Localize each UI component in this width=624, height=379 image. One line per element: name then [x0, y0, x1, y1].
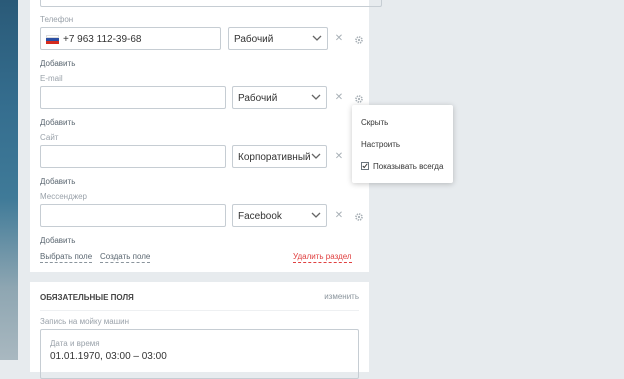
site-add-link[interactable]: Добавить — [40, 177, 75, 186]
field-settings-popup: Скрыть Настроить Показывать всегда — [352, 105, 453, 183]
phone-input[interactable]: +7 963 112-39-68 — [40, 27, 221, 50]
email-add-link[interactable]: Добавить — [40, 118, 75, 127]
contact-fields-card: Телефон +7 963 112-39-68 Рабочий ✕ Добав… — [30, 0, 382, 272]
messenger-type-select[interactable]: Facebook — [232, 204, 327, 227]
gear-icon[interactable] — [354, 94, 364, 104]
chevron-down-icon — [311, 94, 321, 100]
close-icon[interactable]: ✕ — [334, 151, 344, 162]
section-title: ОБЯЗАТЕЛЬНЫЕ ПОЛЯ — [40, 293, 134, 302]
divider — [40, 310, 359, 311]
create-field-link[interactable]: Создать поле — [100, 252, 151, 263]
email-label: E-mail — [40, 74, 63, 83]
close-icon[interactable]: ✕ — [334, 33, 344, 44]
chevron-down-icon — [312, 35, 322, 41]
car-wash-booking-label: Запись на мойку машин — [40, 317, 130, 326]
change-link[interactable]: изменить — [324, 292, 359, 301]
show-always-checkbox[interactable] — [361, 162, 369, 170]
messenger-type-value: Facebook — [238, 211, 282, 222]
previous-field-input[interactable] — [40, 0, 382, 7]
messenger-add-link[interactable]: Добавить — [40, 236, 75, 245]
phone-type-value: Рабочий — [234, 34, 274, 45]
gear-icon[interactable] — [354, 212, 364, 222]
background-image — [0, 0, 18, 360]
close-icon[interactable]: ✕ — [334, 92, 344, 103]
site-type-value: Корпоративный — [238, 152, 311, 163]
email-type-value: Рабочий — [238, 93, 278, 104]
required-fields-card: ОБЯЗАТЕЛЬНЫЕ ПОЛЯ изменить Запись на мой… — [30, 282, 369, 379]
messenger-label: Мессенджер — [40, 192, 87, 201]
popup-configure-item[interactable]: Настроить — [361, 140, 400, 149]
chevron-down-icon — [311, 153, 321, 159]
popup-hide-item[interactable]: Скрыть — [361, 118, 388, 127]
phone-label: Телефон — [40, 15, 74, 24]
phone-type-select[interactable]: Рабочий — [228, 27, 328, 50]
messenger-input[interactable] — [40, 204, 226, 227]
datetime-label: Дата и время — [50, 339, 100, 348]
russia-flag-icon[interactable] — [46, 35, 59, 44]
gear-icon[interactable] — [354, 35, 364, 45]
datetime-box[interactable]: Дата и время 01.01.1970, 03:00 – 03:00 — [40, 329, 359, 379]
close-icon[interactable]: ✕ — [334, 210, 344, 221]
email-type-select[interactable]: Рабочий — [232, 86, 327, 109]
site-type-select[interactable]: Корпоративный — [232, 145, 327, 168]
popup-show-always-label[interactable]: Показывать всегда — [373, 162, 443, 171]
site-label: Сайт — [40, 133, 59, 142]
choose-field-link[interactable]: Выбрать поле — [40, 252, 93, 263]
chevron-down-icon — [311, 212, 321, 218]
check-icon — [362, 163, 368, 169]
datetime-value: 01.01.1970, 03:00 – 03:00 — [50, 351, 167, 362]
delete-section-link[interactable]: Удалить раздел — [293, 252, 352, 263]
email-input[interactable] — [40, 86, 226, 109]
phone-value: +7 963 112-39-68 — [63, 34, 142, 45]
site-input[interactable] — [40, 145, 226, 168]
phone-add-link[interactable]: Добавить — [40, 59, 75, 68]
